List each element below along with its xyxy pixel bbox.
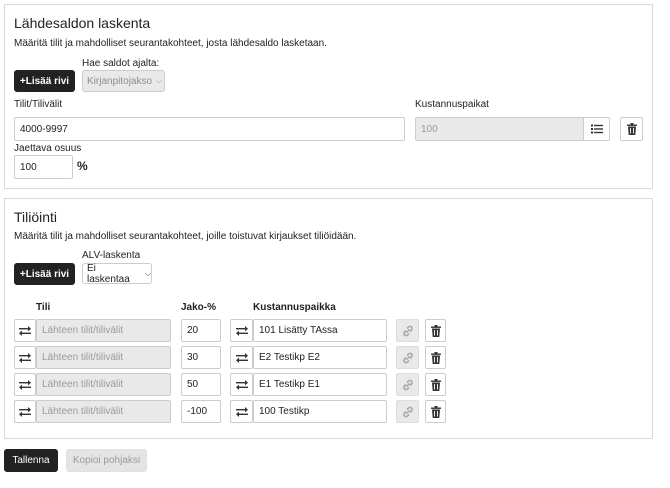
swap-icon — [235, 379, 248, 390]
link-icon — [402, 406, 414, 418]
row-3-account-swap-button[interactable] — [14, 373, 36, 396]
source-section-description: Määritä tilit ja mahdolliset seurantakoh… — [14, 38, 327, 49]
trash-icon — [626, 123, 637, 135]
vat-select-value: Ei laskentaa — [87, 262, 130, 285]
link-icon — [402, 325, 414, 337]
period-label: Hae saldot ajalta: — [82, 58, 160, 69]
row-2-account-swap-button[interactable] — [14, 346, 36, 369]
row-1-share-value: 20 — [187, 325, 199, 336]
row-4-link-button — [396, 400, 419, 423]
row-3-cost-center-swap-button[interactable] — [230, 373, 253, 396]
period-select-value: Kirjanpitojakso — [87, 75, 153, 87]
share-input[interactable]: 100 — [14, 155, 73, 179]
row-2-share-value: 30 — [187, 352, 199, 363]
period-select[interactable]: Kirjanpitojakso ⌵ — [82, 70, 165, 92]
row-3-account-input[interactable]: Lähteen tilit/tilivälit — [36, 373, 171, 396]
swap-icon — [19, 406, 31, 417]
row-1-link-button — [396, 319, 419, 342]
accounts-input-value: 4000-9997 — [20, 123, 68, 135]
share-unit: % — [77, 159, 88, 173]
row-1-account-swap-button[interactable] — [14, 319, 36, 342]
row-2-delete-button[interactable] — [425, 346, 446, 369]
source-add-row-button[interactable]: +Lisää rivi — [14, 70, 75, 92]
row-4-cost-center-input[interactable]: 100 Testikp — [253, 400, 387, 423]
list-icon — [590, 124, 603, 134]
row-1-delete-button[interactable] — [425, 319, 446, 342]
cost-centers-label: Kustannuspaikat — [415, 99, 489, 110]
row-2-cost-center-value: E2 Testikp E2 — [259, 352, 320, 363]
row-4-account-placeholder: Lähteen tilit/tilivälit — [42, 406, 124, 417]
vat-label: ALV-laskenta — [82, 250, 141, 261]
source-balance-panel — [4, 4, 653, 189]
column-cost-center: Kustannuspaikka — [253, 302, 336, 313]
row-2-link-button — [396, 346, 419, 369]
accounts-label: Tilit/Tilivälit — [14, 99, 63, 110]
row-1-account-placeholder: Lähteen tilit/tilivälit — [42, 325, 124, 336]
share-input-value: 100 — [20, 161, 37, 173]
posting-section-description: Määritä tilit ja mahdolliset seurantakoh… — [14, 231, 357, 242]
row-1-cost-center-swap-button[interactable] — [230, 319, 253, 342]
save-button[interactable]: Tallenna — [4, 449, 58, 472]
row-2-share-input[interactable]: 30 — [181, 346, 221, 369]
column-share: Jako-% — [181, 302, 217, 313]
posting-section-title: Tiliöinti — [14, 209, 58, 225]
row-1-cost-center-input[interactable]: 101 Lisätty TAssa — [253, 319, 387, 342]
row-3-delete-button[interactable] — [425, 373, 446, 396]
row-4-share-input[interactable]: -100 — [181, 400, 221, 423]
share-label: Jaettava osuus — [14, 143, 82, 154]
vat-select[interactable]: Ei laskentaa ⌵ — [82, 262, 152, 285]
cost-centers-input-value: 100 — [421, 123, 438, 135]
source-delete-button[interactable] — [620, 117, 643, 141]
swap-icon — [19, 379, 31, 390]
swap-icon — [235, 325, 248, 336]
row-2-account-input[interactable]: Lähteen tilit/tilivälit — [36, 346, 171, 369]
swap-icon — [235, 406, 248, 417]
link-icon — [402, 379, 414, 391]
column-account: Tili — [36, 302, 51, 313]
row-4-cost-center-value: 100 Testikp — [259, 406, 310, 417]
trash-icon — [430, 324, 441, 337]
swap-icon — [19, 325, 31, 336]
row-3-account-placeholder: Lähteen tilit/tilivälit — [42, 379, 124, 390]
row-3-share-input[interactable]: 50 — [181, 373, 221, 396]
trash-icon — [430, 405, 441, 418]
row-3-cost-center-value: E1 Testikp E1 — [259, 379, 320, 390]
accounts-input[interactable]: 4000-9997 — [14, 117, 405, 141]
row-3-cost-center-input[interactable]: E1 Testikp E1 — [253, 373, 387, 396]
row-4-cost-center-swap-button[interactable] — [230, 400, 253, 423]
chevron-down-icon: ⌵ — [156, 76, 163, 85]
row-1-share-input[interactable]: 20 — [181, 319, 221, 342]
row-3-link-button — [396, 373, 419, 396]
swap-icon — [235, 352, 248, 363]
posting-add-row-button[interactable]: +Lisää rivi — [14, 263, 75, 285]
link-icon — [402, 352, 414, 364]
row-2-cost-center-input[interactable]: E2 Testikp E2 — [253, 346, 387, 369]
row-3-share-value: 50 — [187, 379, 199, 390]
row-1-cost-center-value: 101 Lisätty TAssa — [259, 325, 338, 336]
chevron-down-icon: ⌵ — [144, 268, 151, 278]
row-2-account-placeholder: Lähteen tilit/tilivälit — [42, 352, 124, 363]
row-4-account-swap-button[interactable] — [14, 400, 36, 423]
source-section-title: Lähdesaldon laskenta — [14, 15, 151, 31]
row-4-account-input[interactable]: Lähteen tilit/tilivälit — [36, 400, 171, 423]
cost-centers-list-button[interactable] — [583, 117, 610, 141]
row-4-delete-button[interactable] — [425, 400, 446, 423]
trash-icon — [430, 378, 441, 391]
row-4-share-value: -100 — [187, 406, 208, 417]
row-1-account-input[interactable]: Lähteen tilit/tilivälit — [36, 319, 171, 342]
trash-icon — [430, 351, 441, 364]
swap-icon — [19, 352, 31, 363]
copy-template-button: Kopioi pohjaksi — [66, 449, 147, 472]
row-2-cost-center-swap-button[interactable] — [230, 346, 253, 369]
cost-centers-input: 100 — [415, 117, 584, 141]
